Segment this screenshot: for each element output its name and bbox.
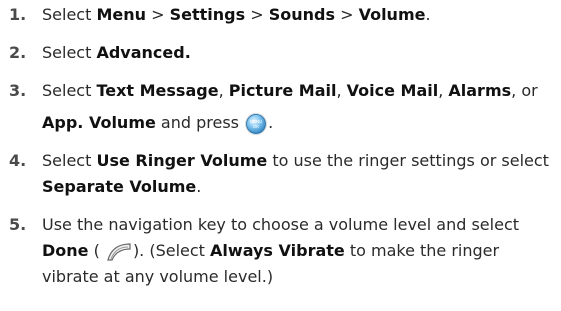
step-number: 1. [9,5,27,24]
menu-ok-button-icon: MENU OK [244,112,268,136]
step-5: 5. Use the navigation key to choose a vo… [9,212,551,290]
step-number: 5. [9,215,27,234]
step-1: 1. Select Menu > Settings > Sounds > Vol… [9,2,551,28]
step-3: 3. Select Text Message, Picture Mail, Vo… [9,78,551,136]
svg-text:OK: OK [253,124,259,129]
step-4: 4. Select Use Ringer Volume to use the r… [9,148,551,200]
instruction-page: 1. Select Menu > Settings > Sounds > Vol… [0,0,561,311]
step-text: Use the navigation key to choose a volum… [42,215,520,286]
step-number: 2. [9,43,27,62]
step-2: 2. Select Advanced. [9,40,551,66]
step-text: Select Menu > Settings > Sounds > Volume… [42,5,431,24]
softkey-left-icon [105,241,133,263]
step-text: Select Text Message, Picture Mail, Voice… [42,78,551,136]
step-text: Select Advanced. [42,43,191,62]
step-number: 3. [9,81,27,100]
step-number: 4. [9,151,27,170]
step-text: Select Use Ringer Volume to use the ring… [42,151,549,196]
